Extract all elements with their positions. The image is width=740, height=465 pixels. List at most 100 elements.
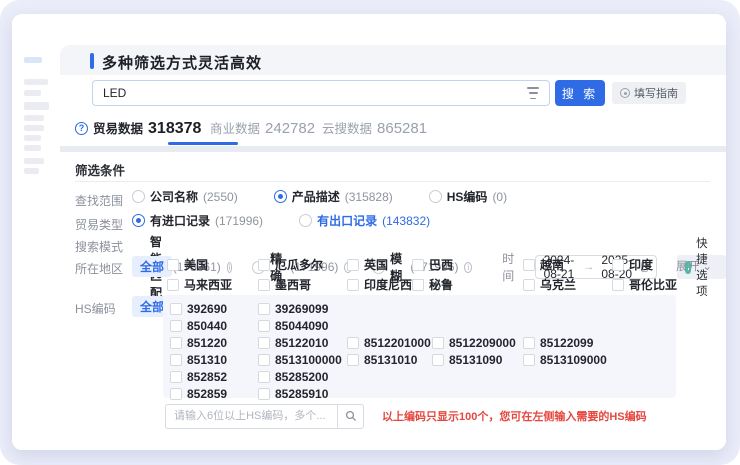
checkbox-unchecked-icon[interactable] [347,279,359,291]
checkbox-unchecked-icon[interactable] [170,337,182,349]
checkbox-unchecked-icon[interactable] [347,337,359,349]
checkbox-unchecked-icon[interactable] [258,259,270,271]
checkbox-unchecked-icon[interactable] [523,337,535,349]
checkbox-option[interactable]: 哥伦比亚 [612,276,682,293]
checkbox-option[interactable]: 马来西亚 [167,276,258,293]
checkbox-option[interactable]: 印度尼西亚 [347,276,412,293]
checkbox-option[interactable]: 852852 [170,370,258,384]
hs-code-input[interactable] [165,404,337,429]
checkbox-option[interactable]: 85285910 [258,387,347,401]
magnifier-icon [345,410,357,422]
filter-lines-icon[interactable] [526,87,540,99]
checkbox-option[interactable]: 8513109000 [523,353,613,367]
hs-code-row: 85044085044090 [163,317,676,334]
tab-count: 242782 [265,120,315,137]
checkbox-unchecked-icon[interactable] [612,259,624,271]
checkbox-option[interactable]: 英国 [347,256,412,273]
scope-option[interactable]: 公司名称(2550) [132,188,238,205]
checkbox-option[interactable]: 秘鲁 [412,276,523,293]
checkbox-unchecked-icon[interactable] [170,320,182,332]
checkbox-option[interactable]: 392690 [170,302,258,316]
checkbox-option[interactable]: 851310 [170,353,258,367]
hs-input-group [165,404,364,429]
checkbox-unchecked-icon[interactable] [258,337,270,349]
checkbox-unchecked-icon[interactable] [167,279,179,291]
checkbox-option[interactable]: 厄瓜多尔 [258,256,347,273]
checkbox-option[interactable]: 墨西哥 [258,276,347,293]
checkbox-unchecked-icon[interactable] [258,279,270,291]
checkbox-option[interactable]: 85122099 [523,336,613,350]
checkbox-option[interactable]: 852859 [170,387,258,401]
checkbox-unchecked-icon[interactable] [432,354,444,366]
expand-link[interactable]: 展开 ⌄ [676,258,712,274]
search-input[interactable] [93,86,526,100]
checkbox-unchecked-icon[interactable] [167,259,179,271]
checkbox-option[interactable]: 85131090 [432,353,523,367]
checkbox-unchecked-icon[interactable] [432,337,444,349]
checkbox-unchecked-icon[interactable] [412,259,424,271]
trade-type-options: 有进口记录(171996) 有出口记录(143832) [132,212,430,229]
radio-unchecked-icon[interactable] [132,190,145,203]
tab-trade-data[interactable]: ?贸易数据318378 [75,118,201,138]
search-button[interactable]: 搜 索 [555,80,605,106]
checkbox-option[interactable]: 8513100000 [258,353,347,367]
checkbox-option[interactable]: 乌克兰 [523,276,612,293]
checkbox-unchecked-icon[interactable] [258,388,270,400]
checkbox-label: 乌克兰 [540,276,576,293]
checkbox-option[interactable]: 39269099 [258,302,347,316]
checkbox-label: 8512209000 [449,336,516,350]
fill-guide-button[interactable]: 填写指南 [612,82,686,104]
checkbox-option[interactable]: 越南 [523,256,612,273]
region-label: 所在地区 [75,260,123,277]
checkbox-option[interactable]: 8512201000 [347,336,432,350]
tab-cloud-search-data[interactable]: 云搜数据865281 [322,118,427,137]
checkbox-option[interactable]: 85122010 [258,336,347,350]
checkbox-option[interactable]: 850440 [170,319,258,333]
trade-type-option[interactable]: 有出口记录(143832) [299,212,430,229]
option-count: (0) [492,190,507,204]
checkbox-unchecked-icon[interactable] [347,259,359,271]
tab-count: 318378 [148,120,201,138]
checkbox-unchecked-icon[interactable] [412,279,424,291]
tab-business-data[interactable]: 商业数据242782 [210,118,315,137]
hs-search-button[interactable] [337,404,364,429]
checkbox-option[interactable]: 美国 [167,256,258,273]
checkbox-option[interactable]: 85131010 [347,353,432,367]
checkbox-option[interactable]: 印度 [612,256,682,273]
checkbox-label: 851220 [187,336,227,350]
radio-unchecked-icon[interactable] [299,214,312,227]
checkbox-option[interactable]: 85044090 [258,319,347,333]
checkbox-unchecked-icon[interactable] [523,259,535,271]
checkbox-option[interactable]: 851220 [170,336,258,350]
checkbox-unchecked-icon[interactable] [347,354,359,366]
checkbox-unchecked-icon[interactable] [170,354,182,366]
checkbox-unchecked-icon[interactable] [170,388,182,400]
checkbox-label: 巴西 [429,256,453,273]
radio-unchecked-icon[interactable] [429,190,442,203]
scope-option[interactable]: HS编码(0) [429,188,507,205]
radio-checked-icon[interactable] [132,214,145,227]
option-count: (171996) [215,214,263,228]
guide-label: 填写指南 [634,85,678,101]
checkbox-option[interactable]: 巴西 [412,256,523,273]
checkbox-option[interactable]: 8512209000 [432,336,523,350]
checkbox-unchecked-icon[interactable] [170,303,182,315]
checkbox-option[interactable]: 85285200 [258,370,347,384]
tab-label: 贸易数据 [93,118,143,137]
sidebar-skeleton [12,14,60,450]
trade-type-option[interactable]: 有进口记录(171996) [132,212,263,229]
radio-checked-icon[interactable] [274,190,287,203]
checkbox-unchecked-icon[interactable] [258,354,270,366]
checkbox-unchecked-icon[interactable] [523,279,535,291]
checkbox-unchecked-icon[interactable] [258,371,270,383]
checkbox-unchecked-icon[interactable] [170,371,182,383]
checkbox-label: 39269099 [275,302,328,316]
checkbox-unchecked-icon[interactable] [258,320,270,332]
checkbox-label: 墨西哥 [275,276,311,293]
checkbox-label: 厄瓜多尔 [275,256,323,273]
region-all-button[interactable]: 全部 [132,256,172,277]
scope-option[interactable]: 产品描述(315828) [274,188,393,205]
checkbox-unchecked-icon[interactable] [523,354,535,366]
checkbox-unchecked-icon[interactable] [258,303,270,315]
checkbox-unchecked-icon[interactable] [612,279,624,291]
